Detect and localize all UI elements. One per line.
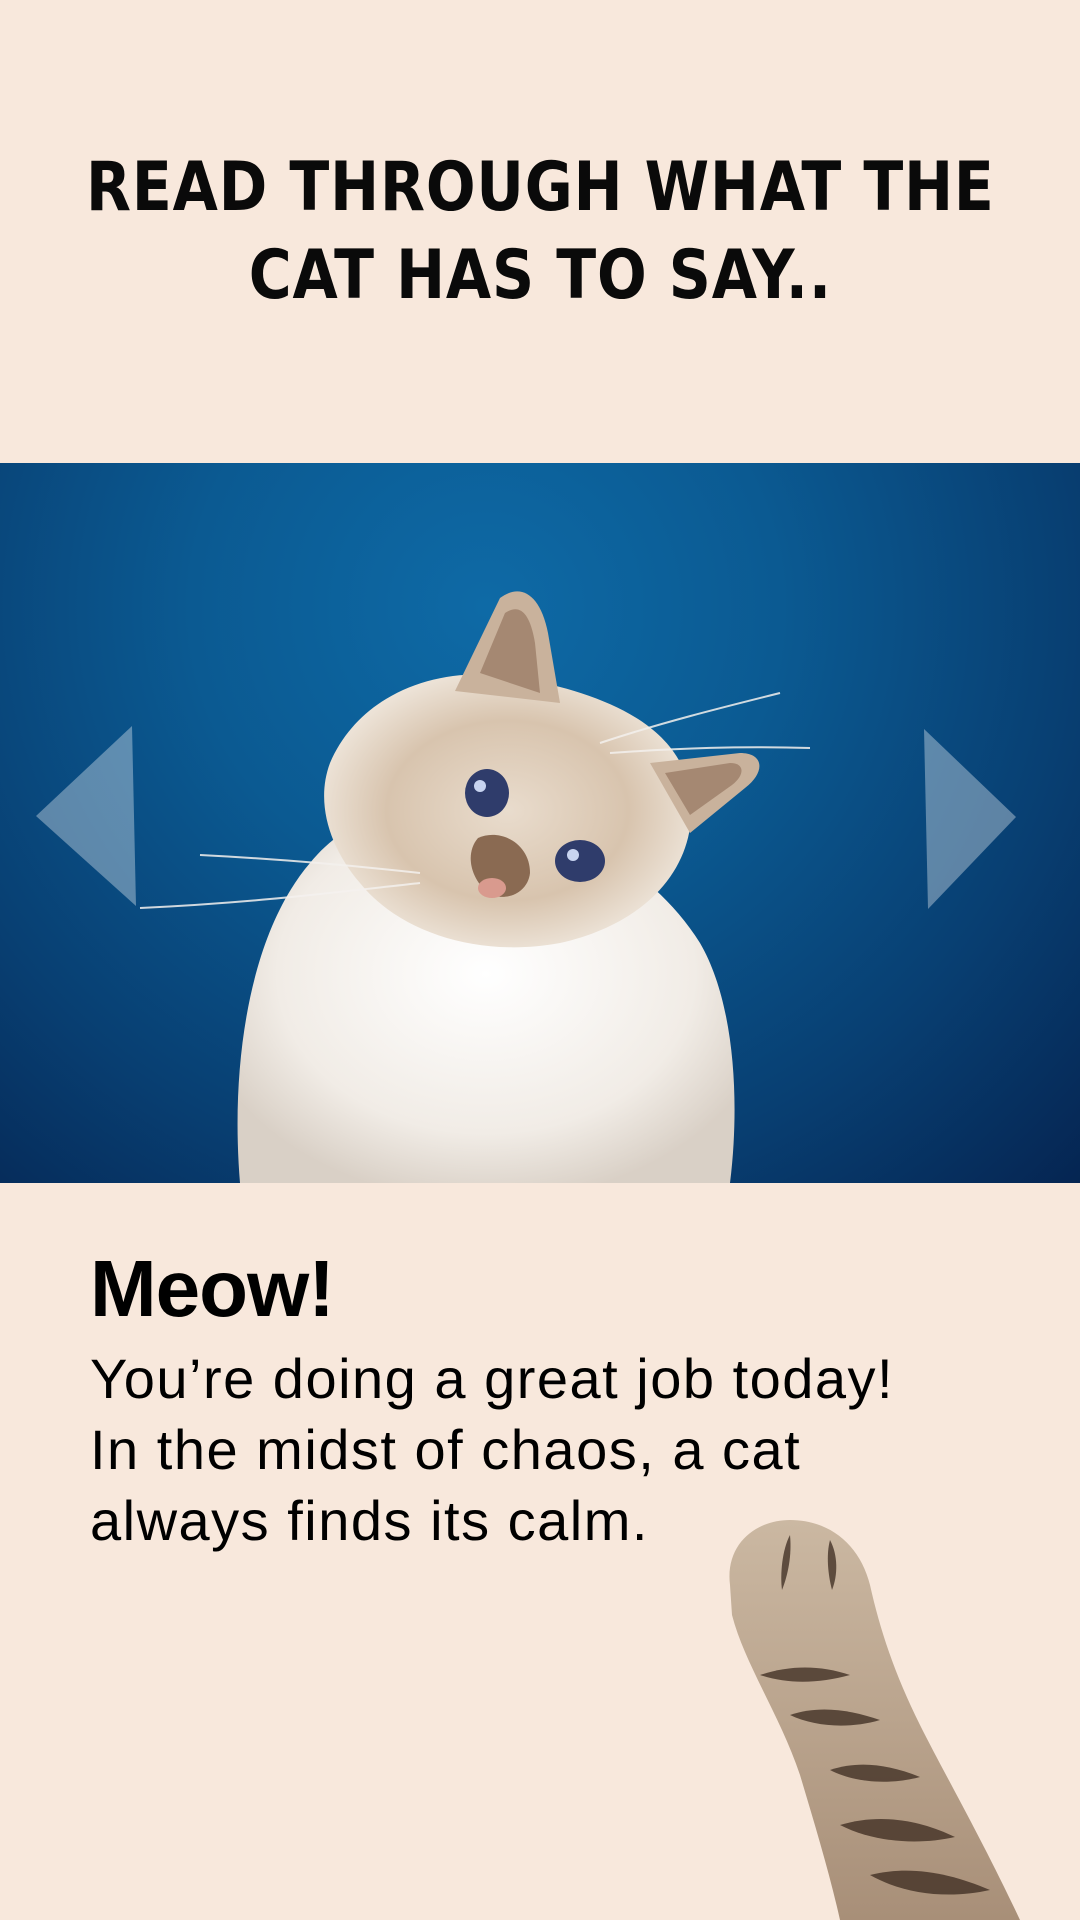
message-line-1: You’re doing a great job today!: [90, 1347, 895, 1410]
message-line-2: In the midst of chaos, a cat: [90, 1418, 802, 1481]
previous-arrow-icon[interactable]: [36, 726, 146, 926]
cat-paw-image: [729, 1520, 1020, 1920]
title-line-2: CAT HAS TO SAY..: [248, 235, 832, 315]
page-title: READ THROUGH WHAT THE CAT HAS TO SAY..: [86, 144, 995, 320]
next-arrow-icon[interactable]: [916, 729, 1026, 929]
header: READ THROUGH WHAT THE CAT HAS TO SAY..: [0, 0, 1080, 463]
title-line-1: READ THROUGH WHAT THE: [85, 147, 995, 227]
cat-image-carousel: [0, 463, 1080, 1183]
message-card: Meow! You’re doing a great job today! In…: [90, 1245, 1010, 1556]
message-line-3: always finds its calm.: [90, 1489, 649, 1552]
message-title: Meow!: [90, 1244, 335, 1333]
